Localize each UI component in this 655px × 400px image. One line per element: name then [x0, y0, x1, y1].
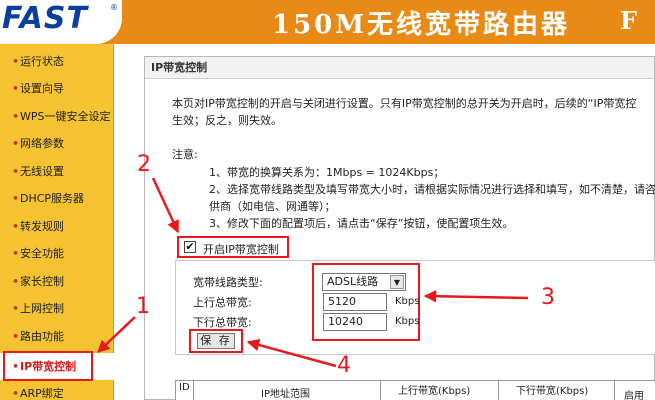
- sidebar-item-label: DHCP服务器: [20, 192, 85, 205]
- bullet-icon: •: [12, 82, 20, 95]
- notes-label: 注意:: [172, 148, 198, 161]
- bullet-icon: •: [12, 302, 20, 315]
- highlight-box-nav: [3, 351, 93, 381]
- line-type-label: 宽带线路类型:: [193, 276, 263, 289]
- sidebar-item-label: 上网控制: [20, 302, 64, 315]
- column-down: 下行带宽(Kbps): [516, 386, 589, 397]
- bullet-icon: •: [12, 220, 20, 233]
- sidebar-item-network[interactable]: •网络参数: [0, 130, 114, 157]
- sidebar-item-wizard[interactable]: •设置向导: [0, 75, 114, 102]
- annotation-number: 2: [137, 152, 151, 177]
- column-enable: 启用: [624, 391, 644, 400]
- sidebar-item-label: 设置向导: [20, 82, 64, 95]
- sidebar-item-wireless[interactable]: •无线设置: [0, 158, 114, 185]
- bullet-icon: •: [12, 137, 20, 150]
- down-bandwidth-label: 下行总带宽:: [193, 316, 252, 329]
- sidebar-item-label: WPS一键安全设定: [20, 110, 111, 123]
- bullet-icon: •: [12, 275, 20, 288]
- column-ip-range: IP地址范围: [261, 389, 310, 400]
- annotation-number: 3: [541, 285, 555, 310]
- sidebar-item-label: 转发规则: [20, 220, 64, 233]
- panel-title: IP带宽控制: [145, 57, 654, 79]
- down-bandwidth-input[interactable]: 10240: [323, 313, 387, 331]
- note-item: 3、修改下面的配置项后，请点击“保存”按钮，使配置项生效。: [209, 217, 514, 230]
- chevron-down-icon: ▼: [390, 275, 404, 289]
- bullet-icon: •: [12, 192, 20, 205]
- line-type-select[interactable]: ADSL线路 ▼: [322, 273, 406, 291]
- sidebar-item-label: 路由功能: [20, 330, 64, 343]
- sidebar-item-security[interactable]: •安全功能: [0, 240, 114, 267]
- intro-text: 本页对IP带宽控制的开启与关闭进行设置。只有IP带宽控制的总开关为开启时，后续的…: [172, 95, 655, 129]
- sidebar-item-status[interactable]: •运行状态: [0, 48, 114, 75]
- sidebar-nav: •运行状态 •设置向导 •WPS一键安全设定 •网络参数 •无线设置 •DHCP…: [0, 44, 114, 400]
- enable-checkbox[interactable]: ✔: [184, 241, 196, 253]
- annotation-number: 1: [136, 294, 150, 319]
- bullet-icon: •: [12, 247, 20, 260]
- column-divider: [614, 381, 615, 400]
- sidebar-item-label: 网络参数: [20, 137, 64, 150]
- note-item: 1、带宽的换算关系为：1Mbps = 1024Kbps；: [209, 166, 445, 179]
- sidebar-item-forwarding[interactable]: •转发规则: [0, 213, 114, 240]
- bullet-icon: •: [12, 330, 20, 343]
- column-divider: [380, 381, 381, 400]
- spacer: [115, 44, 133, 400]
- logo-area: FAST ®: [0, 0, 122, 44]
- sidebar-item-label: ARP绑定: [20, 387, 64, 400]
- up-bandwidth-label: 上行总带宽:: [193, 296, 252, 309]
- header-banner: FAST ® 150M无线宽带路由器 F: [0, 0, 655, 44]
- sidebar-item-arp[interactable]: •ARP绑定: [0, 380, 114, 400]
- sidebar-item-label: 无线设置: [20, 165, 64, 178]
- note-item: 2、选择宽带线路类型及填写带宽大小时，请根据实际情况进行选择和填写，如不清楚，请…: [209, 183, 655, 196]
- sidebar-item-label: 运行状态: [20, 55, 64, 68]
- sidebar-item-label: 安全功能: [20, 247, 64, 260]
- sidebar-item-label: 家长控制: [20, 275, 64, 288]
- column-divider: [498, 381, 499, 400]
- bullet-icon: •: [12, 387, 20, 400]
- up-bandwidth-unit: Kbps: [395, 296, 420, 307]
- bullet-icon: •: [12, 110, 20, 123]
- intro-line: 生效；反之，则失效。: [172, 114, 282, 127]
- product-title-tail: F: [620, 6, 638, 35]
- down-bandwidth-unit: Kbps: [395, 316, 420, 327]
- sidebar-item-wps[interactable]: •WPS一键安全设定: [0, 103, 114, 130]
- product-title: 150M无线宽带路由器: [272, 10, 571, 40]
- annotation-number: 4: [337, 353, 351, 378]
- fast-logo: FAST: [2, 1, 88, 36]
- enable-label: 开启IP带宽控制: [203, 243, 279, 256]
- line-type-value: ADSL线路: [327, 275, 379, 288]
- bullet-icon: •: [12, 55, 20, 68]
- ip-bandwidth-panel: IP带宽控制 本页对IP带宽控制的开启与关闭进行设置。只有IP带宽控制的总开关为…: [144, 56, 655, 400]
- rules-table-header: ID IP地址范围 上行带宽(Kbps) 下行带宽(Kbps) 启用: [175, 380, 655, 400]
- note-item: 供商（如电信、网通等）；: [209, 200, 336, 213]
- bullet-icon: •: [12, 165, 20, 178]
- sidebar-item-dhcp[interactable]: •DHCP服务器: [0, 185, 114, 212]
- column-divider: [193, 381, 194, 400]
- save-button[interactable]: 保 存: [197, 333, 235, 349]
- intro-line: 本页对IP带宽控制的开启与关闭进行设置。只有IP带宽控制的总开关为开启时，后续的…: [172, 97, 637, 110]
- enable-bandwidth-control[interactable]: ✔ 开启IP带宽控制: [177, 236, 289, 258]
- sidebar-item-access-control[interactable]: •上网控制: [0, 295, 114, 322]
- registered-mark: ®: [110, 3, 118, 12]
- sidebar-item-routing[interactable]: •路由功能: [0, 323, 114, 350]
- column-id: ID: [179, 382, 190, 393]
- column-up: 上行带宽(Kbps): [398, 386, 471, 397]
- sidebar-item-parental[interactable]: •家长控制: [0, 268, 114, 295]
- up-bandwidth-input[interactable]: 5120: [323, 293, 387, 311]
